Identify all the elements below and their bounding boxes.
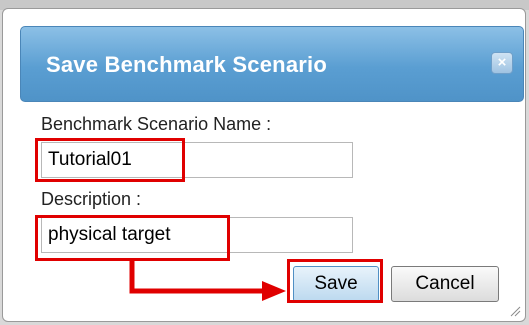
description-input[interactable] bbox=[41, 217, 353, 253]
save-benchmark-dialog: Save Benchmark Scenario × Benchmark Scen… bbox=[2, 8, 526, 322]
resize-grip-icon[interactable] bbox=[509, 305, 521, 317]
dialog-title: Save Benchmark Scenario bbox=[46, 52, 327, 77]
cancel-button[interactable]: Cancel bbox=[391, 266, 499, 302]
scenario-name-input[interactable] bbox=[41, 142, 353, 178]
description-label: Description : bbox=[41, 189, 142, 209]
dialog-titlebar[interactable]: Save Benchmark Scenario × bbox=[20, 26, 524, 102]
scenario-name-label: Benchmark Scenario Name : bbox=[41, 114, 272, 134]
close-button[interactable]: × bbox=[491, 52, 513, 74]
close-icon: × bbox=[497, 54, 507, 71]
save-button[interactable]: Save bbox=[293, 266, 379, 302]
